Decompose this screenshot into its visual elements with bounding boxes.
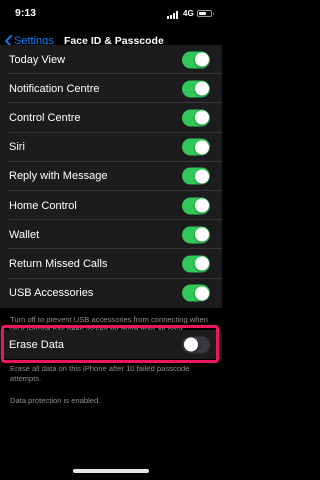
setting-toggle[interactable]	[182, 197, 210, 215]
toggle-knob	[194, 198, 209, 213]
setting-row: Today View	[0, 45, 222, 75]
setting-label: Reply with Message	[9, 170, 108, 183]
setting-toggle[interactable]	[182, 109, 210, 127]
setting-toggle[interactable]	[182, 255, 210, 273]
setting-row: Wallet	[0, 220, 222, 250]
network-type: 4G	[183, 9, 194, 18]
setting-label: Home Control	[9, 199, 77, 212]
setting-label: Control Centre	[9, 111, 81, 124]
setting-label: Today View	[9, 53, 66, 66]
setting-toggle[interactable]	[182, 167, 210, 185]
toggle-knob	[194, 227, 209, 242]
data-protection-note: Data protection is enabled.	[10, 396, 101, 405]
erase-data-toggle[interactable]	[182, 336, 210, 353]
toggle-knob	[194, 169, 209, 184]
erase-data-group: Erase Data	[0, 330, 222, 359]
toggle-knob	[194, 256, 209, 271]
toggle-knob	[194, 286, 209, 301]
setting-label: Return Missed Calls	[9, 257, 108, 270]
status-time: 9:13	[15, 7, 37, 19]
setting-row: Control Centre	[0, 103, 222, 133]
setting-row: Home Control	[0, 191, 222, 221]
toggle-knob	[194, 52, 209, 67]
setting-label: Siri	[9, 141, 25, 154]
toggle-knob	[194, 110, 209, 125]
allow-access-when-locked-group: Today View Notification Centre Control Cen…	[0, 45, 222, 308]
cellular-signal-icon	[167, 11, 180, 19]
setting-row: USB Accessories	[0, 279, 222, 308]
setting-row: Siri	[0, 133, 222, 162]
toggle-knob	[194, 81, 209, 96]
setting-toggle[interactable]	[182, 80, 210, 98]
setting-label: USB Accessories	[9, 287, 94, 300]
home-indicator	[73, 469, 149, 473]
setting-row: Reply with Message	[0, 162, 222, 191]
setting-row: Return Missed Calls	[0, 249, 222, 279]
erase-data-row: Erase Data	[0, 330, 222, 359]
erase-data-label: Erase Data	[9, 338, 65, 351]
toggle-knob	[194, 140, 209, 155]
toggle-knob	[183, 337, 198, 352]
setting-toggle[interactable]	[182, 51, 210, 69]
erase-data-footer: Erase all data on this iPhone after 10 f…	[10, 364, 190, 383]
setting-row: Notification Centre	[0, 74, 222, 104]
setting-label: Wallet	[9, 228, 40, 241]
setting-toggle[interactable]	[182, 284, 210, 302]
battery-icon	[197, 10, 214, 17]
setting-toggle[interactable]	[182, 226, 210, 244]
battery-level-fill	[199, 12, 207, 15]
setting-label: Notification Centre	[9, 82, 100, 95]
setting-toggle[interactable]	[182, 138, 210, 156]
status-bar: 9:13 4G	[0, 0, 222, 28]
